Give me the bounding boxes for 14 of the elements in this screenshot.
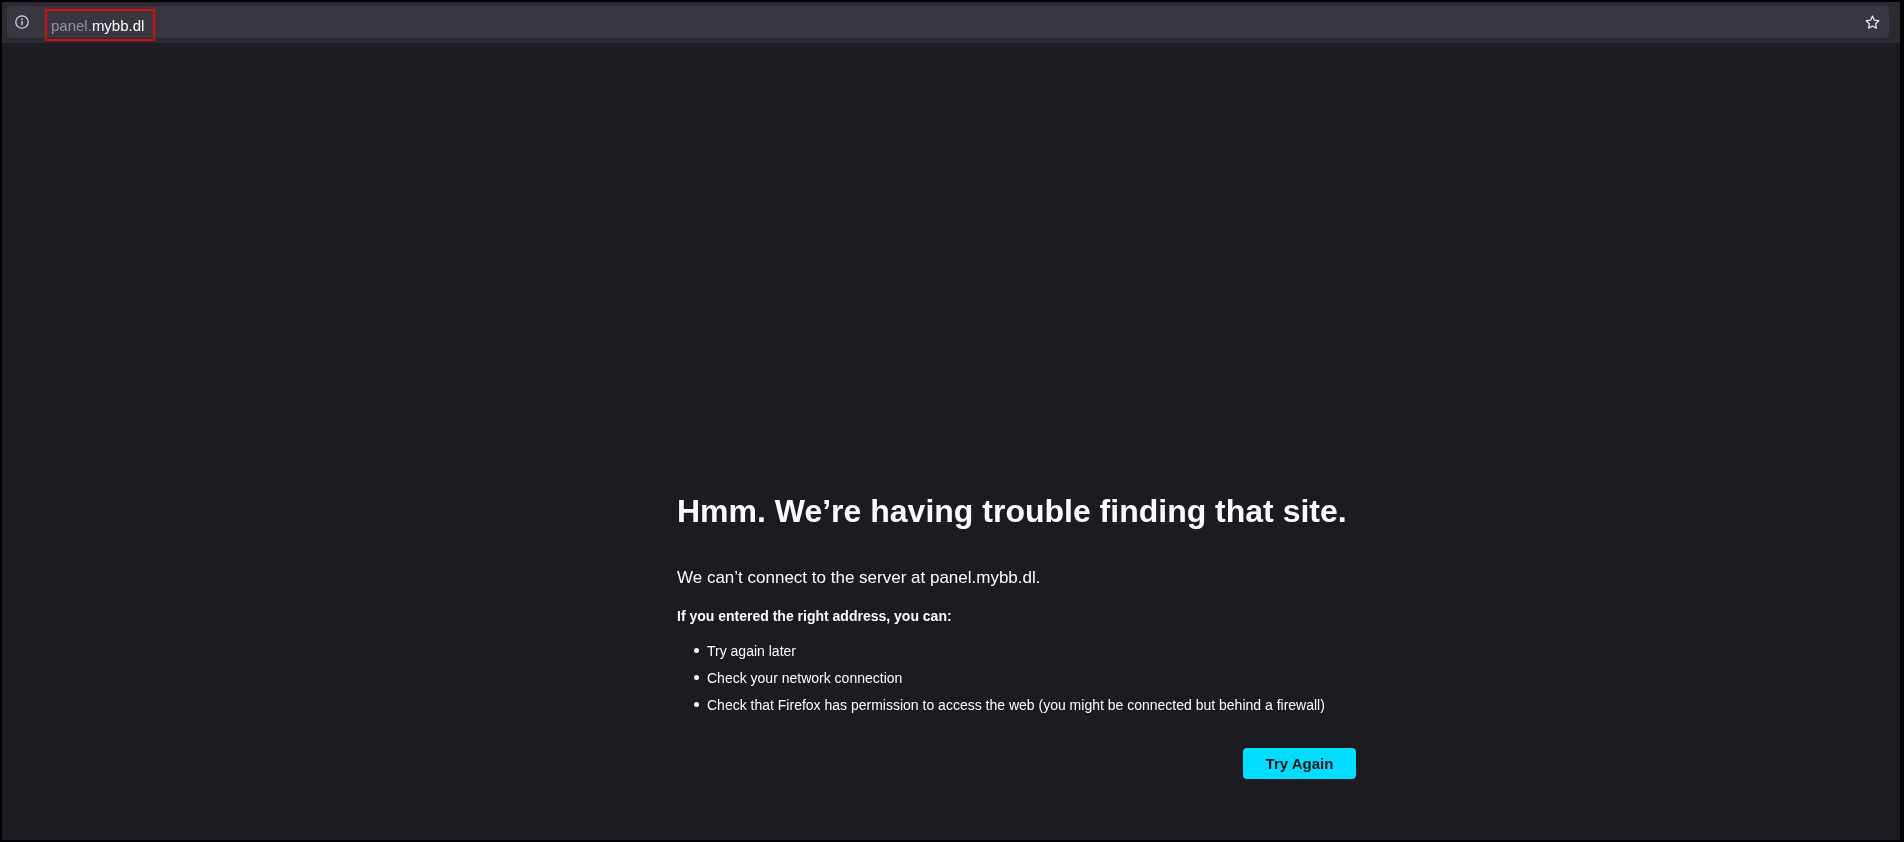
bullet-icon bbox=[694, 702, 699, 707]
info-icon[interactable] bbox=[15, 15, 29, 29]
bullet-icon bbox=[694, 675, 699, 680]
suggestion-text: Check your network connection bbox=[707, 668, 903, 688]
suggestion-text: Try again later bbox=[707, 641, 796, 661]
try-again-button[interactable]: Try Again bbox=[1243, 748, 1356, 779]
bookmark-star-icon[interactable] bbox=[1865, 14, 1880, 30]
error-heading: Hmm. We’re having trouble finding that site. bbox=[677, 492, 1348, 530]
advice-heading: If you entered the right address, you can: bbox=[677, 607, 953, 626]
address-bar[interactable]: panel.mybb.dl bbox=[7, 6, 1889, 38]
suggestion-text: Check that Firefox has permission to access the web (you might be connected but behind a firewall) bbox=[707, 695, 1325, 715]
url-text: panel.mybb.dl bbox=[51, 16, 145, 34]
bullet-icon bbox=[694, 648, 699, 653]
error-message: We can’t connect to the server at panel.mybb.dl. bbox=[677, 567, 1042, 589]
